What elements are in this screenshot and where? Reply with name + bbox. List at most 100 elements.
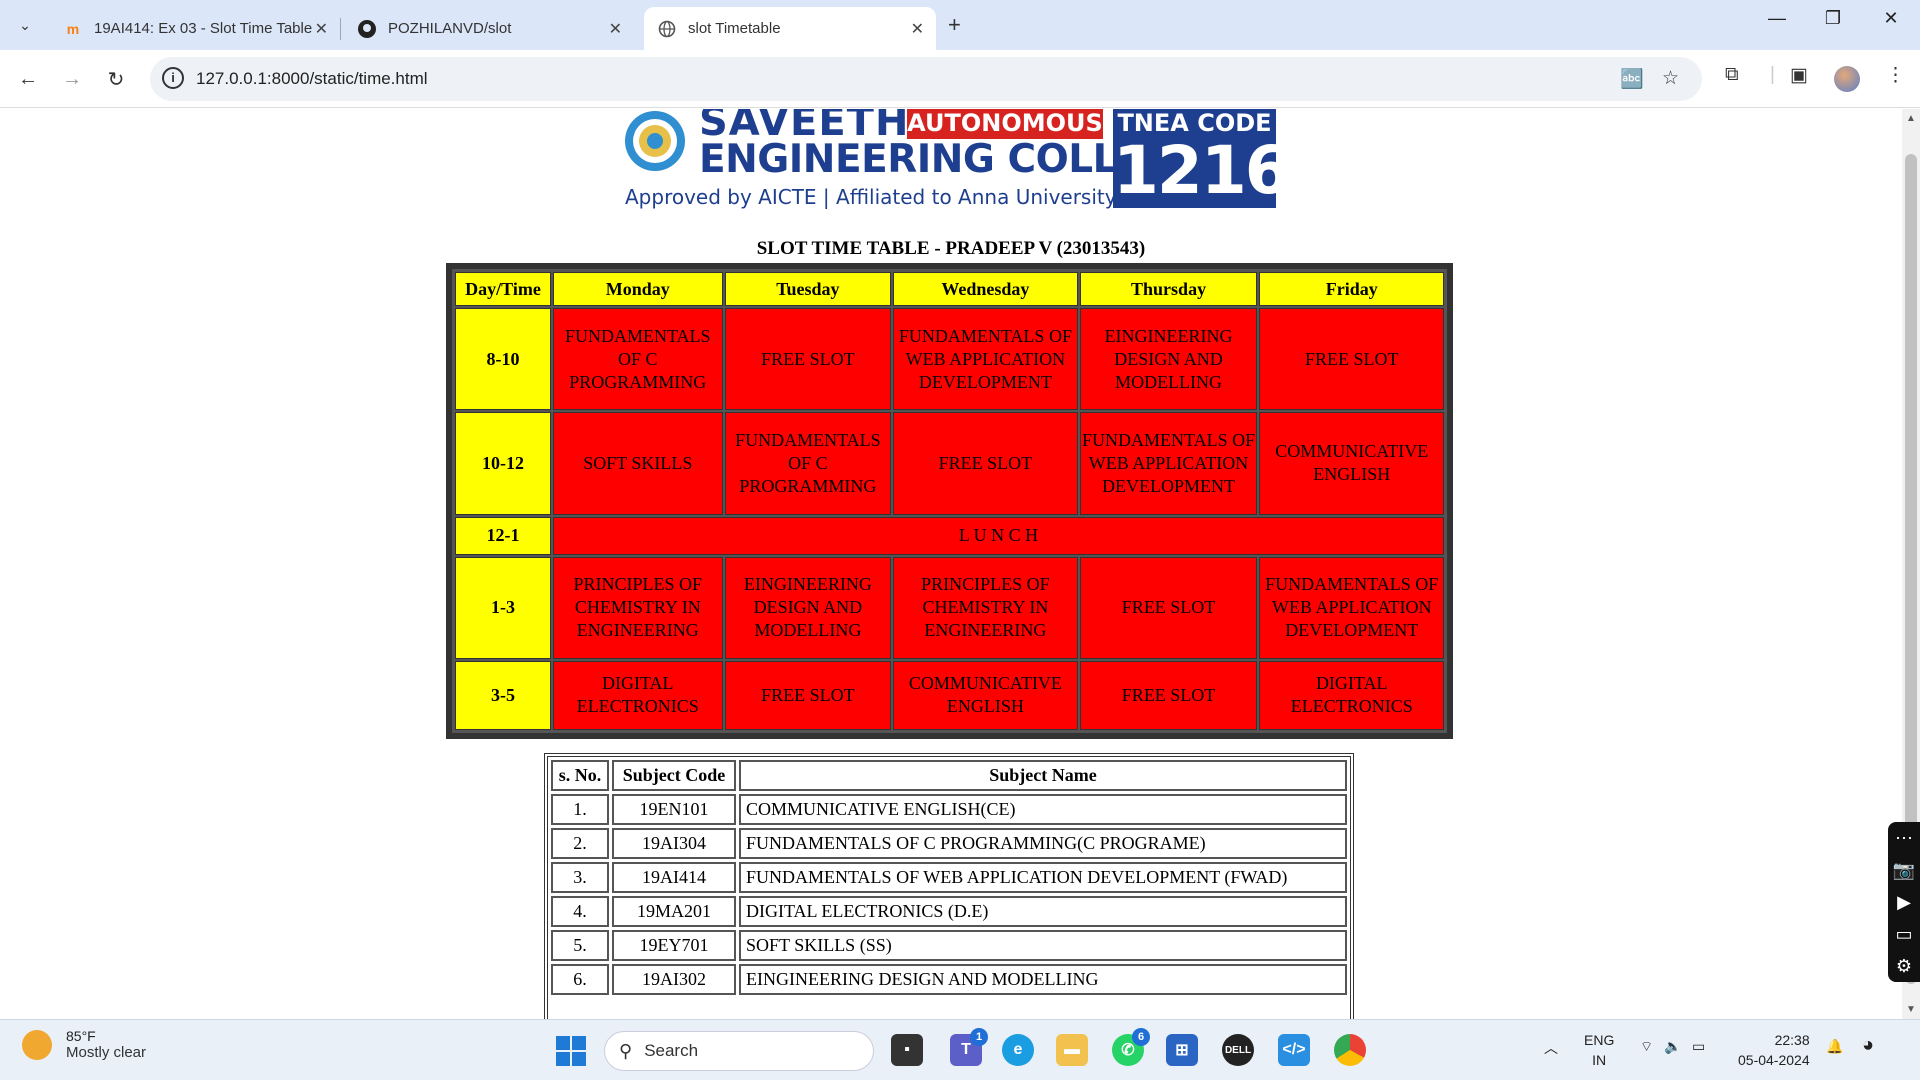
url-text[interactable]: 127.0.0.1:8000/static/time.html — [196, 69, 428, 89]
column-header: Subject Name — [739, 760, 1347, 791]
close-icon[interactable]: ✕ — [315, 19, 328, 39]
slot-cell: FREE SLOT — [1079, 660, 1258, 730]
weather-status: Mostly clear — [66, 1044, 147, 1061]
code-cell: 19AI304 — [612, 828, 736, 859]
day-header: Wednesday — [893, 272, 1078, 306]
video-icon[interactable]: ▶ — [1888, 886, 1920, 918]
vscode-icon[interactable]: </> — [1278, 1034, 1310, 1066]
scroll-down-icon[interactable]: ▼ — [1906, 1004, 1916, 1015]
scroll-up-icon[interactable]: ▲ — [1906, 113, 1916, 124]
taskbar-search[interactable]: ⚲ Search — [604, 1031, 874, 1071]
clock[interactable]: 22:38 05-04-2024 — [1738, 1030, 1810, 1070]
weather-moon-icon — [22, 1029, 52, 1060]
menu-icon[interactable]: ⋮ — [1886, 64, 1905, 87]
back-icon[interactable]: ← — [12, 63, 44, 95]
chrome-icon[interactable] — [1334, 1034, 1366, 1066]
close-icon[interactable]: ✕ — [609, 19, 622, 39]
slot-cell: EINGINEERING DESIGN AND MODELLING — [1079, 308, 1258, 411]
wifi-icon[interactable]: ⌔ — [1640, 1038, 1653, 1056]
whatsapp-icon[interactable]: ✆ 6 — [1112, 1028, 1150, 1066]
reload-icon[interactable]: ↻ — [100, 63, 132, 95]
task-view-icon[interactable]: ▪ — [891, 1034, 923, 1066]
time-cell: 8-10 — [455, 308, 551, 411]
store-icon[interactable]: ⊞ — [1166, 1034, 1198, 1066]
moodle-icon: m — [66, 20, 80, 37]
restore-icon[interactable]: ❐ — [1818, 8, 1848, 29]
time-cell: 1-3 — [455, 556, 551, 659]
lunch-cell: L U N C H — [553, 516, 1444, 555]
weather-widget[interactable]: 85°F Mostly clear — [22, 1028, 146, 1061]
tab-github[interactable]: POZHILANVD/slot ✕ — [344, 7, 634, 50]
close-icon[interactable]: ✕ — [911, 19, 924, 39]
tab-slot-timetable[interactable]: slot Timetable ✕ — [644, 7, 936, 50]
clock-date: 05-04-2024 — [1738, 1052, 1810, 1068]
code-cell: 19AI302 — [612, 964, 736, 995]
slot-cell: DIGITAL ELECTRONICS — [1259, 660, 1444, 730]
slot-cell: FUNDAMENTALS OF WEB APPLICATION DEVELOPM… — [1079, 412, 1258, 515]
slot-cell: FREE SLOT — [1259, 308, 1444, 411]
battery-icon[interactable]: ▭ — [1692, 1038, 1705, 1055]
slot-cell: DIGITAL ELECTRONICS — [553, 660, 723, 730]
whatsapp-badge: 6 — [1132, 1028, 1150, 1046]
slot-cell: FUNDAMENTALS OF WEB APPLICATION DEVELOPM… — [893, 308, 1078, 411]
side-panel-icon[interactable]: ▣ — [1790, 64, 1808, 87]
tab-title: 19AI414: Ex 03 - Slot Time Table — [94, 20, 313, 37]
timetable: Day/Time Monday Tuesday Wednesday Thursd… — [446, 263, 1453, 739]
tab-moodle[interactable]: m 19AI414: Ex 03 - Slot Time Table ✕ — [50, 7, 340, 50]
edge-icon[interactable]: e — [1002, 1034, 1034, 1066]
table-row: 6. 19AI302 EINGINEERING DESIGN AND MODEL… — [551, 964, 1347, 995]
info-icon[interactable]: i — [162, 67, 184, 89]
temperature: 85°F — [66, 1028, 96, 1044]
time-cell: 10-12 — [455, 412, 551, 515]
start-button[interactable] — [556, 1036, 586, 1066]
autonomous-badge: AUTONOMOUS — [907, 109, 1103, 139]
code-cell: 19MA201 — [612, 896, 736, 927]
address-bar[interactable]: i 127.0.0.1:8000/static/time.html 🔤 ☆ — [150, 57, 1702, 101]
slot-cell: FUNDAMENTALS OF WEB APPLICATION DEVELOPM… — [1259, 556, 1444, 659]
name-cell: FUNDAMENTALS OF WEB APPLICATION DEVELOPM… — [739, 862, 1347, 893]
new-tab-button[interactable]: + — [948, 12, 961, 38]
name-cell: COMMUNICATIVE ENGLISH(CE) — [739, 794, 1347, 825]
table-row: 2. 19AI304 FUNDAMENTALS OF C PROGRAMMING… — [551, 828, 1347, 859]
slot-cell: EINGINEERING DESIGN AND MODELLING — [724, 556, 892, 659]
slot-cell: COMMUNICATIVE ENGLISH — [1259, 412, 1444, 515]
profile-avatar[interactable] — [1834, 66, 1860, 92]
language-indicator[interactable]: ENG IN — [1584, 1030, 1614, 1070]
window-icon[interactable]: ▭ — [1888, 918, 1920, 950]
teams-icon[interactable]: T1 — [950, 1028, 988, 1066]
chevron-up-icon[interactable]: ︿ — [1544, 1038, 1558, 1058]
slot-cell: PRINCIPLES OF CHEMISTRY IN ENGINEERING — [893, 556, 1078, 659]
taskbar: 85°F Mostly clear ⚲ Search ▪ T1 e ▬ ✆ 6 ⊞… — [0, 1019, 1920, 1080]
volume-icon[interactable]: 🔈 — [1664, 1038, 1681, 1055]
day-header: Tuesday — [724, 272, 892, 306]
college-seal-icon — [625, 111, 685, 171]
tab-strip: ⌄ m 19AI414: Ex 03 - Slot Time Table ✕ P… — [0, 0, 1920, 50]
browser-chrome: ⌄ m 19AI414: Ex 03 - Slot Time Table ✕ P… — [0, 0, 1920, 109]
gear-icon[interactable]: ⚙ — [1888, 950, 1920, 982]
dell-icon[interactable]: DELL — [1222, 1034, 1254, 1066]
extensions-icon[interactable]: ⧉ — [1725, 64, 1739, 86]
forward-icon[interactable]: → — [56, 63, 88, 95]
code-cell: 19AI414 — [612, 862, 736, 893]
close-window-icon[interactable]: ✕ — [1876, 8, 1906, 29]
toolbar-divider: | — [1770, 64, 1775, 85]
copilot-icon[interactable]: ◕ — [1862, 1034, 1874, 1057]
more-icon[interactable]: ⋯ — [1888, 822, 1920, 854]
serial-cell: 3. — [551, 862, 609, 893]
day-header: Friday — [1259, 272, 1444, 306]
time-cell: 3-5 — [455, 660, 551, 730]
timetable-header-row: Day/Time Monday Tuesday Wednesday Thursd… — [455, 272, 1444, 306]
translate-icon[interactable]: 🔤 — [1620, 67, 1644, 91]
minimize-icon[interactable]: — — [1762, 8, 1792, 29]
code-cell: 19EN101 — [612, 794, 736, 825]
star-icon[interactable]: ☆ — [1662, 67, 1679, 90]
slot-cell: SOFT SKILLS — [553, 412, 723, 515]
time-cell: 12-1 — [455, 516, 551, 555]
tab-search-button[interactable]: ⌄ — [10, 10, 40, 40]
page-content: SAVEETHA AUTONOMOUS ENGINEERING COLLEGE … — [0, 109, 1902, 1019]
column-header: Subject Code — [612, 760, 736, 791]
file-explorer-icon[interactable]: ▬ — [1056, 1034, 1088, 1066]
camera-icon[interactable]: 📷 — [1888, 854, 1920, 886]
bell-icon[interactable]: 🔔 — [1826, 1038, 1843, 1055]
timetable-title: SLOT TIME TABLE - PRADEEP V (23013543) — [756, 238, 1146, 259]
